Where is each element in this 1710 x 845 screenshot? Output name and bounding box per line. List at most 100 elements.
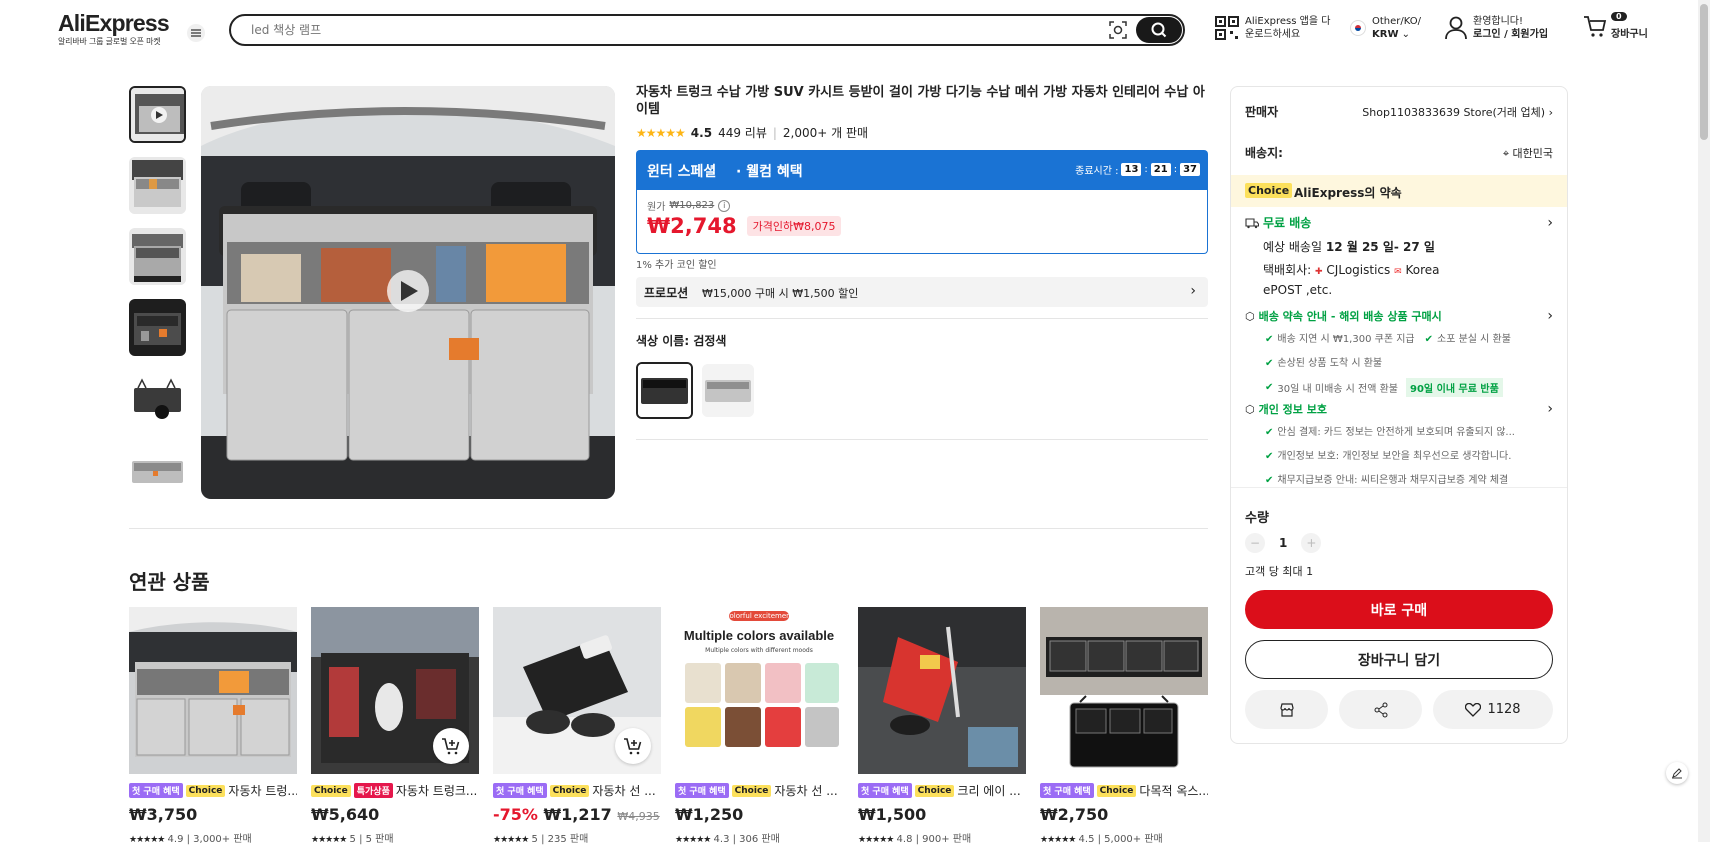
- discount-percent: -75%: [493, 805, 538, 824]
- choice-promise-text: AliExpress의 약속: [1294, 186, 1402, 200]
- add-to-cart-button[interactable]: [615, 728, 651, 764]
- category-menu-button[interactable]: [187, 24, 205, 42]
- privacy-item: 안심 결제: 카드 정보는 안전하게 보호되며 유출되지 않...: [1277, 427, 1515, 438]
- related-product-card[interactable]: 첫 구매 혜택 Choice 자동차 트렁... ₩3,750 ★★★★★ 4.9 …: [129, 607, 297, 845]
- promotion-row[interactable]: 프로모션 ₩15,000 구매 시 ₩1,500 할인 ›: [636, 277, 1208, 307]
- cart-link[interactable]: 0 장바구니: [1583, 12, 1648, 42]
- image-search-button[interactable]: [1107, 20, 1129, 40]
- banner-subtitle: · 웰컴 혜택: [736, 164, 803, 180]
- scrollbar-thumb[interactable]: [1700, 4, 1708, 140]
- gallery-thumb[interactable]: [129, 86, 186, 143]
- related-product-card[interactable]: Choice 특가상품 자동차 트렁크... ₩5,640 ★★★★★ 5 | 5 …: [311, 607, 479, 845]
- check-icon: ✔: [1424, 334, 1433, 345]
- related-product-card[interactable]: 첫 구매 혜택 Choice 다목적 옥스... ₩2,750 ★★★★★ 4.5 …: [1040, 607, 1208, 845]
- color-option-black[interactable]: [636, 362, 693, 419]
- free-shipping-label: 무료 배송: [1263, 216, 1312, 230]
- countdown-timer: 종료시간 : 13: 21: 37: [1075, 162, 1200, 177]
- choice-badge: Choice: [185, 784, 226, 797]
- related-products-heading: 연관 상품: [129, 570, 210, 594]
- camera-scan-icon: [1109, 21, 1127, 39]
- carrier-label: 택배회사:: [1263, 263, 1312, 277]
- wishlist-button[interactable]: 1128: [1433, 690, 1553, 729]
- first-purchase-badge: 첫 구매 혜택: [1040, 783, 1094, 798]
- cj-logo-icon: ✚: [1315, 267, 1323, 277]
- cart-plus-icon: [442, 738, 460, 755]
- aliexpress-logo[interactable]: AliExpress 알리바바 그룹 글로벌 오픈 마켓: [58, 10, 170, 47]
- product-meta: 4.3 | 306 판매: [713, 834, 780, 845]
- related-product-card[interactable]: 첫 구매 혜택 Choice 자동차 선 ... -75% ₩1,217 ₩4,93…: [493, 607, 661, 845]
- sold-count: 2,000+ 개 판매: [782, 126, 869, 140]
- countdown-label: 종료시간 :: [1075, 166, 1119, 177]
- original-label: 원가: [647, 202, 666, 213]
- gallery-thumb[interactable]: [129, 228, 186, 285]
- product-meta: 4.9 | 3,000+ 판매: [167, 834, 252, 845]
- main-product-image[interactable]: [201, 86, 615, 499]
- banner-title: 윈터 스페셜: [647, 164, 717, 180]
- check-icon: ✔: [1265, 382, 1274, 393]
- store-button[interactable]: [1245, 690, 1328, 729]
- rating-stars: ★★★★★: [1040, 835, 1076, 845]
- search-button[interactable]: [1136, 17, 1182, 43]
- discount-tag: 가격인하₩8,075: [746, 216, 842, 236]
- rating-stars: ★★★★★: [129, 835, 165, 845]
- related-product-card[interactable]: Colorful excitement Multiple colors avai…: [675, 607, 843, 845]
- delivery-promise-title: 배송 약속 안내 - 해외 배송 상품 구매시: [1258, 310, 1442, 323]
- special-deal-badge: 특가상품: [353, 783, 393, 798]
- site-header: AliExpress 알리바바 그룹 글로벌 오픈 마켓 AliExpress …: [0, 0, 1698, 58]
- original-price: ₩10,823: [669, 200, 715, 211]
- ship-to-row[interactable]: 배송지: ⌖ 대한민국: [1245, 144, 1553, 161]
- gallery-thumb[interactable]: [129, 157, 186, 214]
- search-input[interactable]: [251, 21, 1051, 39]
- feedback-button[interactable]: [1666, 762, 1688, 784]
- delivery-promise-section[interactable]: ⬡ 배송 약속 안내 - 해외 배송 상품 구매시 › ✔ 배송 지연 시 ₩1,…: [1245, 308, 1553, 397]
- privacy-item: 개인정보 보호: 개인정보 보안을 최우선으로 생각합니다.: [1277, 451, 1512, 462]
- gallery-thumb[interactable]: [129, 441, 186, 498]
- first-purchase-badge: 첫 구매 혜택: [129, 783, 183, 798]
- add-to-cart-button[interactable]: [433, 728, 469, 764]
- promise-item: 30일 내 미배송 시 전액 환불: [1277, 384, 1399, 395]
- winter-special-banner: 윈터 스페셜 · 웰컴 혜택 종료시간 : 13: 21: 37: [636, 150, 1208, 190]
- divider: [636, 318, 1208, 319]
- info-icon[interactable]: i: [718, 199, 731, 212]
- wishlist-count: 1128: [1487, 702, 1521, 717]
- locale-selector[interactable]: Other/KO/ KRW ⌄: [1350, 15, 1421, 41]
- review-count[interactable]: 449 리뷰: [718, 124, 767, 141]
- chevron-right-icon: ›: [1547, 214, 1553, 231]
- divider: [1231, 487, 1567, 488]
- product-title: 자동차 트렁크 수납 가방 SUV 카시트 등받이 걸이 가방 다기능 수납 메…: [636, 85, 1205, 117]
- divider: [129, 528, 1208, 529]
- product-image: [129, 607, 297, 774]
- free-shipping-section[interactable]: 무료 배송 › 예상 배송일 12 월 25 일- 27 일 택배회사: ✚ C…: [1245, 214, 1553, 299]
- privacy-section[interactable]: ⬡ 개인 정보 보호 › ✔ 안심 결제: 카드 정보는 안전하게 보호되며 유출…: [1245, 401, 1553, 486]
- rating-row: ★★★★★ 4.5 449 리뷰 | 2,000+ 개 판매: [636, 124, 869, 141]
- gallery-thumb[interactable]: [129, 299, 186, 356]
- product-price: ₩1,500: [858, 805, 927, 824]
- pencil-icon: [1672, 768, 1682, 779]
- related-product-card[interactable]: 첫 구매 혜택 Choice 크리 에이 ... ₩1,500 ★★★★★ 4.8 …: [858, 607, 1026, 845]
- cart-icon: [1584, 16, 1607, 37]
- add-to-cart-button[interactable]: 장바구니 담기: [1245, 640, 1553, 679]
- color-option-gray[interactable]: [702, 364, 754, 417]
- choice-badge: Choice: [914, 784, 955, 797]
- seller-label: 판매자: [1245, 105, 1279, 119]
- color-label: 색상 이름: 검정색: [636, 334, 727, 348]
- free-return-badge: 90일 이내 무료 반품: [1406, 378, 1503, 397]
- product-price: ₩1,217: [543, 805, 612, 824]
- check-icon: ✔: [1265, 334, 1274, 345]
- decrease-button[interactable]: −: [1245, 533, 1265, 553]
- seller-row[interactable]: 판매자 Shop1103833639 Store(거래 업체) ›: [1245, 103, 1553, 120]
- countdown-hours: 13: [1121, 163, 1142, 176]
- welcome-text: 환영합니다!: [1473, 16, 1524, 27]
- gallery-thumb[interactable]: [129, 370, 186, 427]
- check-icon: ✔: [1265, 475, 1274, 486]
- shield-icon: ⬡: [1245, 309, 1255, 323]
- buy-now-button[interactable]: 바로 구매: [1245, 590, 1553, 629]
- product-price: ₩1,250: [675, 805, 744, 824]
- promotion-text: ₩15,000 구매 시 ₩1,500 할인: [702, 287, 859, 300]
- app-download-link[interactable]: AliExpress 앱을 다 운로드하세요: [1215, 15, 1330, 41]
- share-button[interactable]: [1339, 690, 1422, 729]
- account-link[interactable]: 환영합니다! 로그인 / 회원가입: [1445, 15, 1548, 41]
- delivery-estimate: 12 월 25 일- 27 일: [1325, 240, 1435, 254]
- increase-button[interactable]: +: [1301, 533, 1322, 553]
- quantity-value[interactable]: 1: [1279, 536, 1287, 550]
